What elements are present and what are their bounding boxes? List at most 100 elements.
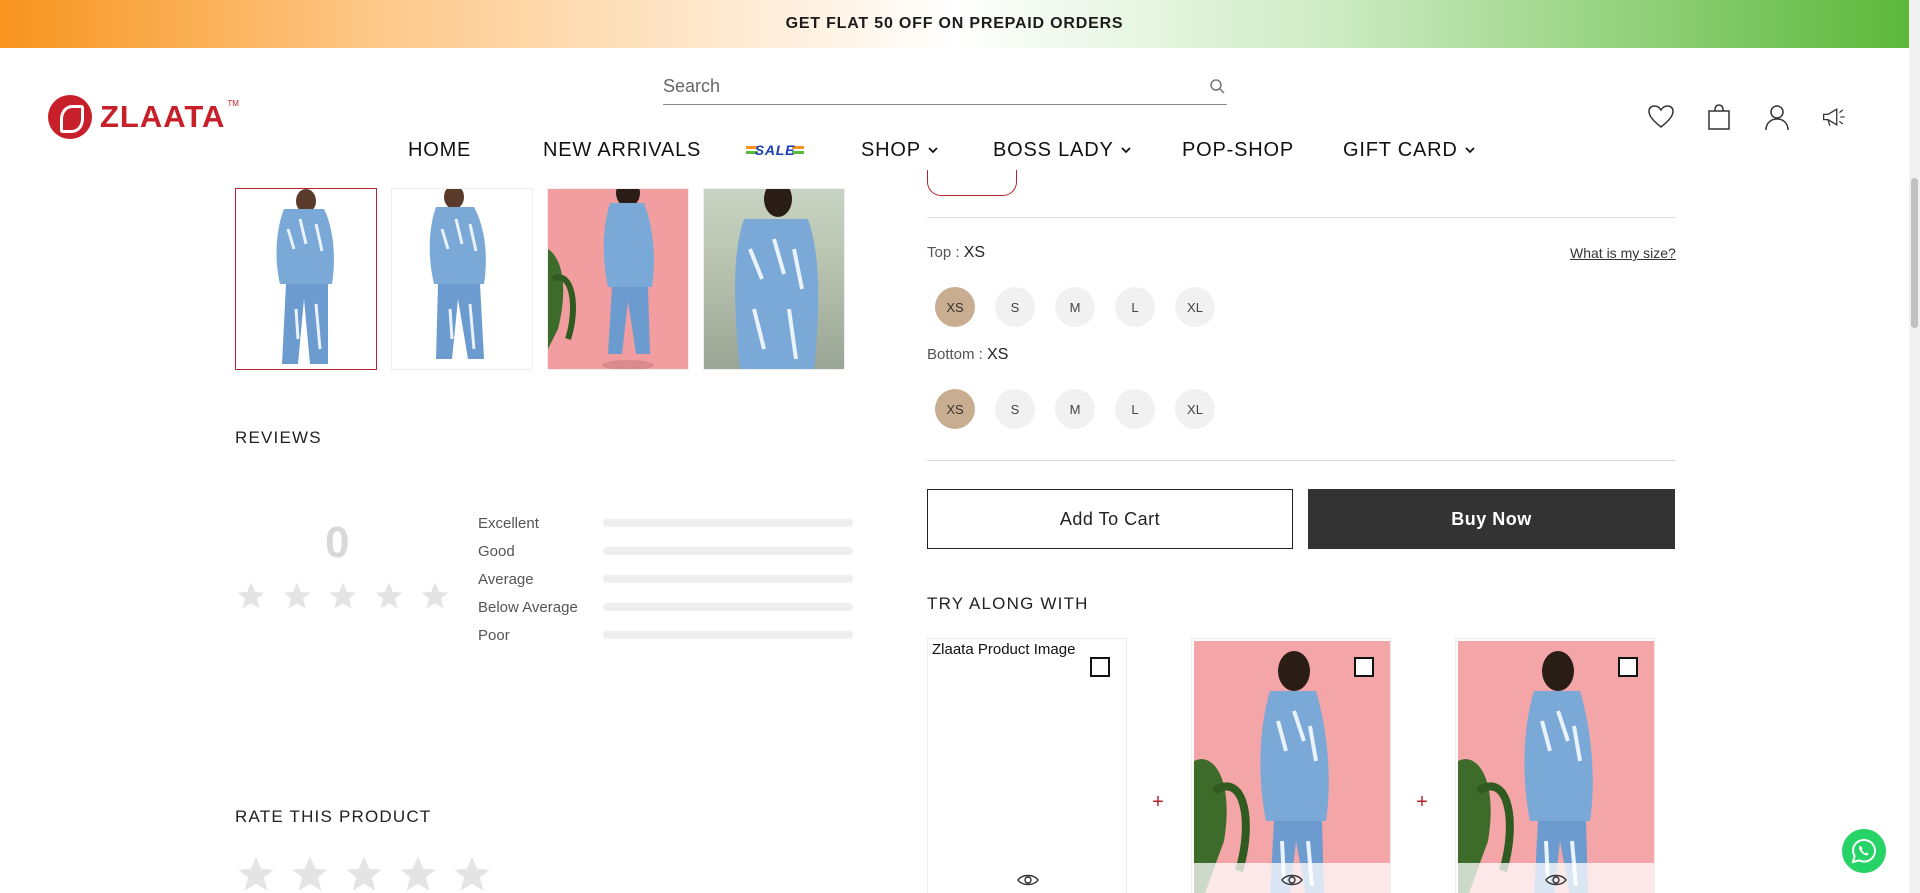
rate-product-heading: RATE THIS PRODUCT (235, 807, 432, 826)
rating-row: Good (478, 537, 853, 565)
try-along-card[interactable] (1191, 638, 1391, 893)
size-option-m[interactable]: M (1055, 287, 1095, 327)
whatsapp-chat-button[interactable] (1842, 829, 1886, 873)
nav-boss-lady[interactable]: BOSS LADY (993, 139, 1182, 162)
eye-icon (1545, 874, 1567, 886)
nav-pop-shop[interactable]: POP-SHOP (1182, 139, 1343, 162)
rate-star-icon[interactable] (397, 853, 439, 893)
rate-star-icon[interactable] (451, 853, 493, 893)
promo-banner: GET FLAT 50 OFF ON PREPAID ORDERS (0, 0, 1909, 48)
sale-label: SALE (754, 142, 796, 158)
try-along-card[interactable] (1455, 638, 1655, 893)
quick-view[interactable] (1458, 863, 1654, 893)
size-option-xl[interactable]: XL (1175, 389, 1215, 429)
star-icon (421, 582, 449, 609)
rate-product-stars (235, 853, 493, 893)
bottom-size-caption: Bottom : (927, 346, 988, 363)
star-icon (283, 582, 311, 609)
quick-view[interactable] (1194, 863, 1390, 893)
nav-shop[interactable]: SHOP (861, 139, 993, 162)
divider (927, 460, 1675, 461)
plus-icon: + (1152, 791, 1164, 813)
search-icon[interactable] (1209, 78, 1225, 94)
search-input[interactable] (663, 76, 1163, 97)
rate-star-icon[interactable] (289, 853, 331, 893)
rating-label: Below Average (478, 598, 578, 616)
rating-bar (603, 519, 853, 527)
size-option-xs[interactable]: XS (935, 389, 975, 429)
product-thumbnail[interactable] (235, 188, 377, 370)
rating-bar (603, 631, 853, 639)
chevron-down-icon (928, 147, 938, 154)
product-thumbnail[interactable] (547, 188, 689, 370)
rate-star-icon[interactable] (343, 853, 385, 893)
try-along-heading: TRY ALONG WITH (927, 594, 1089, 613)
rate-star-icon[interactable] (235, 853, 277, 893)
size-option-l[interactable]: L (1115, 389, 1155, 429)
product-thumbnails (235, 188, 845, 370)
scrollbar-thumb[interactable] (1911, 178, 1918, 328)
select-checkbox[interactable] (1618, 657, 1638, 677)
nav-gift-card[interactable]: GIFT CARD (1343, 139, 1476, 162)
rating-bar (603, 603, 853, 611)
size-guide-link[interactable]: What is my size? (1570, 245, 1676, 261)
sale-badge: SALE (746, 138, 804, 162)
trademark: TM (227, 98, 239, 108)
color-swatch[interactable] (927, 170, 1017, 196)
main-nav: HOME NEW ARRIVALS SALE SHOP BOSS LADY PO… (408, 130, 1476, 170)
brand-name: ZLAATA (100, 99, 226, 134)
megaphone-icon[interactable] (1821, 103, 1849, 131)
rating-bar (603, 575, 853, 583)
model-image (276, 189, 334, 364)
select-checkbox[interactable] (1090, 657, 1110, 677)
size-option-m[interactable]: M (1055, 389, 1095, 429)
site-header: ZLAATA TM HOME NEW ARRIVALS SALE (0, 48, 1909, 188)
nav-sale[interactable]: SALE (746, 138, 861, 162)
try-along-card[interactable]: Zlaata Product Image (927, 638, 1127, 893)
size-option-xl[interactable]: XL (1175, 287, 1215, 327)
shopping-bag-icon[interactable] (1705, 103, 1733, 131)
select-checkbox[interactable] (1354, 657, 1374, 677)
chevron-down-icon (1120, 147, 1131, 154)
nav-new-arrivals-label: NEW ARRIVALS (543, 138, 702, 161)
size-option-s[interactable]: S (995, 389, 1035, 429)
top-size-value: XS (963, 244, 986, 261)
buy-now-button[interactable]: Buy Now (1308, 489, 1675, 549)
rating-bar (603, 547, 853, 555)
quick-view[interactable] (930, 863, 1126, 893)
size-option-s[interactable]: S (995, 287, 1035, 327)
nav-gift-card-label: GIFT CARD (1343, 138, 1458, 161)
star-icon (237, 582, 265, 609)
logo-emblem-icon (48, 95, 92, 139)
nav-new-arrivals[interactable]: NEW ARRIVALS (543, 139, 746, 162)
bottom-size-label: Bottom : XS (927, 346, 1008, 364)
bottom-size-options: XS S M L XL (935, 389, 1215, 429)
star-icon (375, 582, 403, 609)
model-image (735, 189, 819, 369)
broken-image-alt: Zlaata Product Image (932, 641, 1076, 658)
rating-label: Good (478, 542, 515, 560)
size-option-xs[interactable]: XS (935, 287, 975, 327)
brand-logo[interactable]: ZLAATA TM (48, 95, 239, 139)
divider (927, 217, 1675, 218)
nav-home[interactable]: HOME (408, 139, 543, 162)
rating-row: Below Average (478, 593, 853, 621)
product-thumbnail[interactable] (391, 188, 533, 370)
average-rating: 0 (325, 518, 350, 567)
model-image (548, 189, 654, 369)
product-image (1194, 641, 1390, 893)
eye-icon (1017, 874, 1039, 886)
add-to-cart-button[interactable]: Add To Cart (927, 489, 1293, 549)
plus-icon: + (1416, 791, 1428, 813)
product-thumbnail[interactable] (703, 188, 845, 370)
promo-text: GET FLAT 50 OFF ON PREPAID ORDERS (785, 15, 1124, 32)
page-scrollbar[interactable] (1909, 0, 1920, 893)
user-icon[interactable] (1763, 103, 1791, 131)
heart-icon[interactable] (1647, 103, 1675, 131)
bottom-size-value: XS (987, 346, 1009, 363)
top-size-caption: Top : (927, 244, 964, 261)
star-icon (329, 582, 357, 609)
eye-icon (1281, 874, 1303, 886)
model-image (429, 189, 486, 359)
size-option-l[interactable]: L (1115, 287, 1155, 327)
